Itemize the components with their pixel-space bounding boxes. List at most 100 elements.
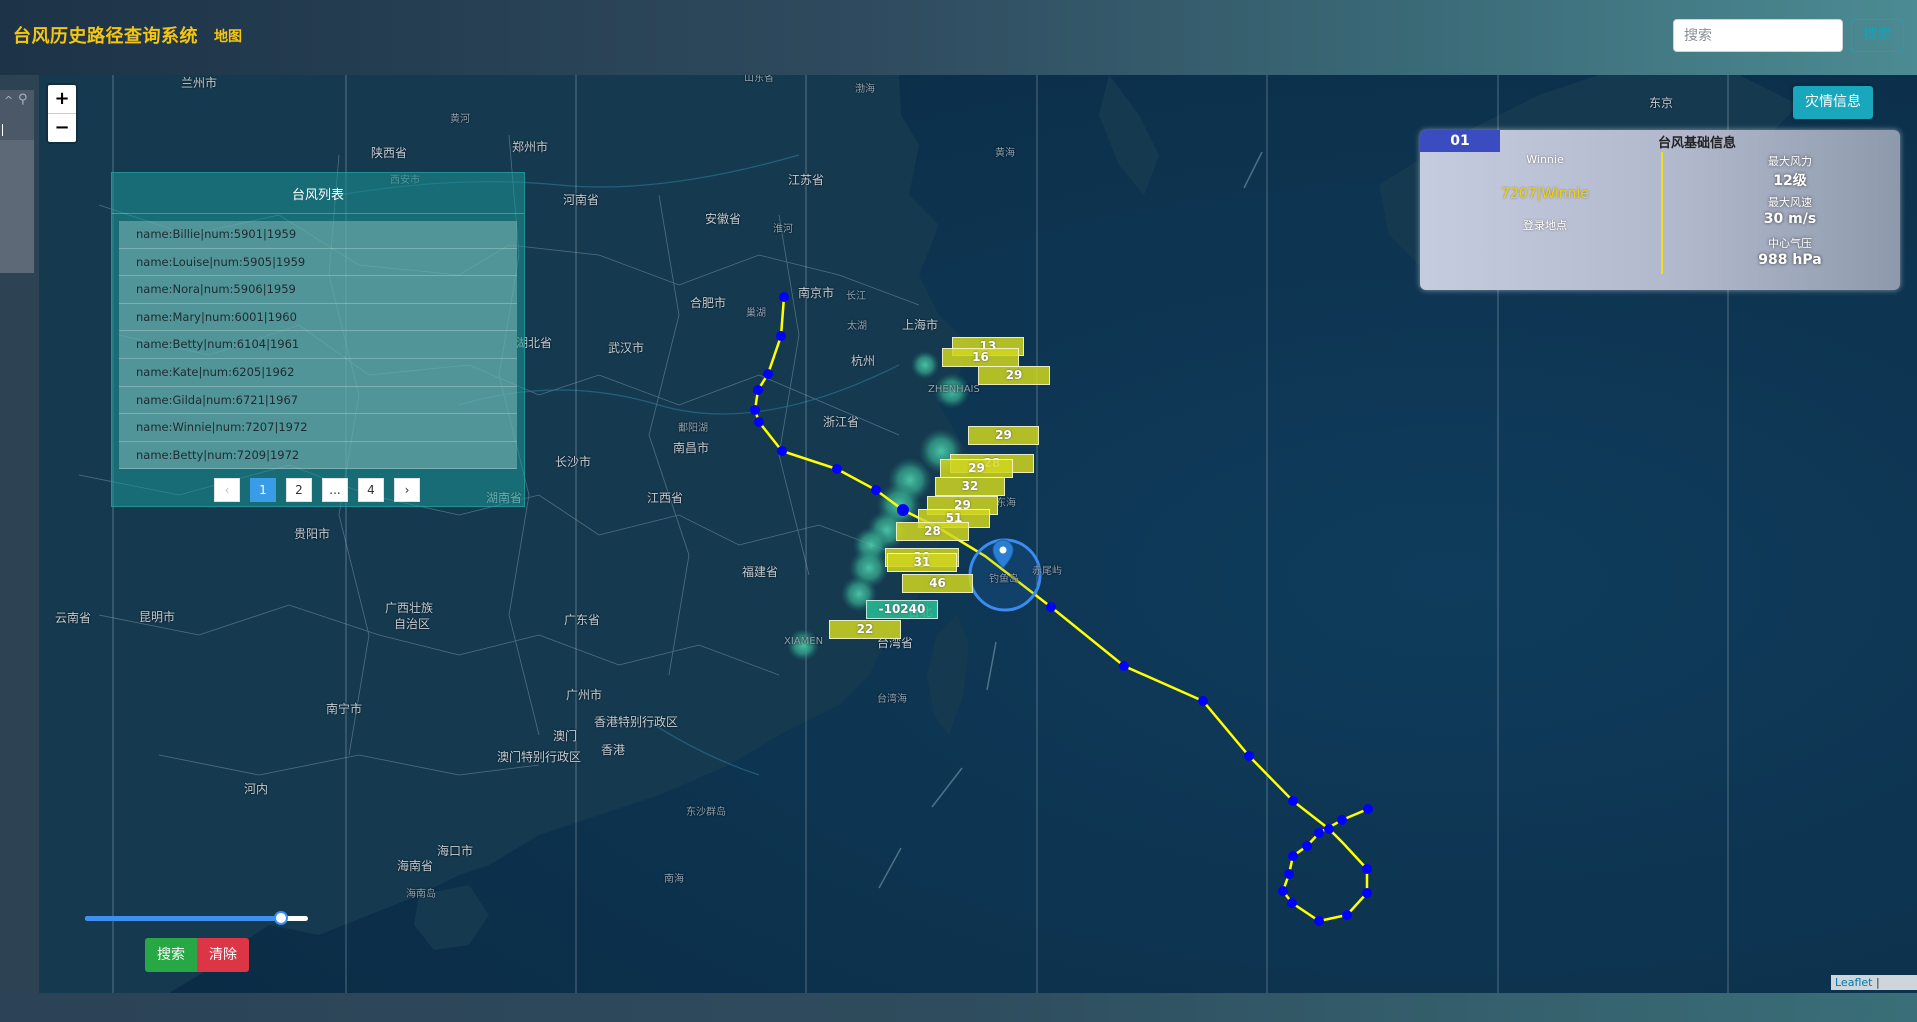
storm-intensity-label[interactable]: 32 xyxy=(935,477,1005,496)
track-search-button[interactable]: 搜索 xyxy=(145,938,197,972)
map-label: 河南省 xyxy=(563,193,600,207)
location-pin-icon[interactable]: ⚲ xyxy=(18,92,28,107)
map-label: ZHENHAIS xyxy=(928,384,980,395)
map-label: 钓鱼岛 xyxy=(989,574,1019,585)
search-input[interactable] xyxy=(1673,19,1843,52)
typhoon-index-badge: 01 xyxy=(1420,130,1500,152)
map-label: 郑州市 xyxy=(512,140,549,154)
typhoon-list-panel: 台风列表 name:Billie|num:5901|1959 name:Loui… xyxy=(111,172,525,507)
typhoon-code: 7207|Winnie xyxy=(1500,186,1590,202)
list-item[interactable]: name:Nora|num:5906|1959 xyxy=(119,276,517,304)
map-label: 南昌市 xyxy=(673,441,710,455)
list-item[interactable]: name:Louise|num:5905|1959 xyxy=(119,249,517,277)
max-wind-speed-label: 最大风速 xyxy=(1768,196,1812,209)
typhoon-list-title: 台风列表 xyxy=(291,188,344,203)
pagination-prev-button[interactable]: ‹ xyxy=(214,478,240,502)
map-label: 广西壮族 xyxy=(385,601,434,615)
list-item[interactable]: name:Mary|num:6001|1960 xyxy=(119,304,517,332)
map-label: 昆明市 xyxy=(139,610,176,624)
map-label: 合肥市 xyxy=(690,296,727,310)
map-label: 上海市 xyxy=(902,318,939,332)
divider xyxy=(112,213,524,214)
map-label: 云南省 xyxy=(55,611,92,625)
storm-intensity-label[interactable]: -10240 xyxy=(866,600,938,619)
typhoon-info-panel: 01 台风基础信息 Winnie 7207|Winnie 登录地点 最大风力 1… xyxy=(1420,130,1900,290)
map-label: 澳门特别行政区 xyxy=(497,750,582,764)
clear-button[interactable]: 清除 xyxy=(197,938,249,972)
list-item[interactable]: name:Betty|num:7209|1972 xyxy=(119,442,517,470)
slider-fill xyxy=(85,916,282,921)
max-wind-force-label: 最大风力 xyxy=(1768,155,1812,168)
pagination-page-2[interactable]: 2 xyxy=(286,478,312,502)
zoom-out-button[interactable]: − xyxy=(48,114,76,142)
storm-intensity-label[interactable]: 29 xyxy=(978,366,1050,385)
pagination-page-4[interactable]: 4 xyxy=(358,478,384,502)
map-label: 杭州 xyxy=(851,354,876,368)
search-button[interactable]: 搜索 xyxy=(1851,19,1904,52)
list-item[interactable]: name:Kate|num:6205|1962 xyxy=(119,359,517,387)
app-title[interactable]: 台风历史路径查询系统 xyxy=(13,22,198,48)
max-wind-speed-value: 30 m/s xyxy=(1763,211,1817,227)
list-item[interactable]: name:Billie|num:5901|1959 xyxy=(119,221,517,249)
app-header: 台风历史路径查询系统 地图 搜索 xyxy=(0,0,1917,75)
map-label: 鄱阳湖 xyxy=(678,423,708,434)
map-label: 自治区 xyxy=(394,617,431,631)
map-label: 东海 xyxy=(996,498,1016,509)
sidebar-panel xyxy=(0,140,34,273)
map-label: 广东省 xyxy=(564,613,601,627)
chevron-up-icon[interactable]: ^ xyxy=(4,94,13,107)
map-label: 赤尾屿 xyxy=(1032,566,1062,577)
map-label: 武汉市 xyxy=(608,341,645,355)
pagination-page-1[interactable]: 1 xyxy=(250,478,276,502)
map-label: 广州市 xyxy=(566,688,603,702)
sidebar-cursor xyxy=(2,124,3,136)
map-label: 黄海 xyxy=(995,148,1015,159)
storm-intensity-label[interactable]: 46 xyxy=(902,574,973,593)
map-attribution: Leaflet | nmefc xyxy=(1831,975,1917,993)
map-label: 江苏省 xyxy=(788,173,825,187)
storm-intensity-label[interactable]: 31 xyxy=(887,553,957,572)
storm-intensity-label[interactable]: 16 xyxy=(942,348,1019,367)
list-item[interactable]: name:Winnie|num:7207|1972 xyxy=(119,414,517,442)
disaster-info-button[interactable]: 灾情信息 xyxy=(1793,86,1873,119)
map-label: 陕西省 xyxy=(371,146,408,160)
pagination-next-button[interactable]: › xyxy=(394,478,420,502)
map-label: 台湾海 xyxy=(877,694,907,705)
storm-intensity-label[interactable]: 28 xyxy=(896,522,969,541)
map-label: 海南省 xyxy=(397,859,434,873)
map-label: 兰州市 xyxy=(181,76,218,90)
map-label: 香港特别行政区 xyxy=(594,715,679,729)
map-label: 江西省 xyxy=(647,491,684,505)
map-label: 福建省 xyxy=(742,565,779,579)
map-label: 东沙群岛 xyxy=(686,807,726,818)
map-label: 海南岛 xyxy=(406,889,436,900)
map-label: 河内 xyxy=(244,782,269,796)
map-label: 巢湖 xyxy=(746,308,766,319)
map-label: 淮河 xyxy=(773,224,793,235)
sidebar-toggle[interactable]: ^ ⚲ xyxy=(0,90,34,273)
map-view[interactable]: 兰州市 陕西省 郑州市 河南省 江苏省 安徽省 合肥市 南京市 上海市 杭州 湖北省 武汉市 浙江省 南昌… xyxy=(39,75,1917,993)
map-label: 澳门 xyxy=(553,729,578,743)
center-pressure-label: 中心气压 xyxy=(1768,237,1812,250)
map-label: 东京 xyxy=(1649,96,1674,110)
max-wind-force-value: 12级 xyxy=(1773,173,1807,189)
map-label: 海口市 xyxy=(437,844,474,858)
zoom-in-button[interactable]: + xyxy=(48,85,76,114)
list-item[interactable]: name:Betty|num:6104|1961 xyxy=(119,331,517,359)
landing-location-label: 登录地点 xyxy=(1523,219,1567,232)
map-label: 贵阳市 xyxy=(294,527,331,541)
storm-intensity-label[interactable]: 29 xyxy=(968,426,1039,445)
map-label: 太湖 xyxy=(847,321,867,332)
pagination-ellipsis[interactable]: ... xyxy=(322,478,348,502)
storm-intensity-label[interactable]: 22 xyxy=(829,620,901,639)
time-slider[interactable] xyxy=(85,911,308,925)
map-label: 南宁市 xyxy=(326,702,363,716)
list-item[interactable]: name:Gilda|num:6721|1967 xyxy=(119,387,517,415)
nav-link-map[interactable]: 地图 xyxy=(214,26,242,46)
storm-intensity-label[interactable]: 29 xyxy=(940,459,1013,478)
map-label: 山东省 xyxy=(744,75,774,84)
map-label: 浙江省 xyxy=(823,415,860,429)
map-label: 安徽省 xyxy=(705,212,742,226)
leaflet-link[interactable]: Leaflet xyxy=(1835,976,1872,989)
typhoon-name: Winnie xyxy=(1526,153,1564,166)
